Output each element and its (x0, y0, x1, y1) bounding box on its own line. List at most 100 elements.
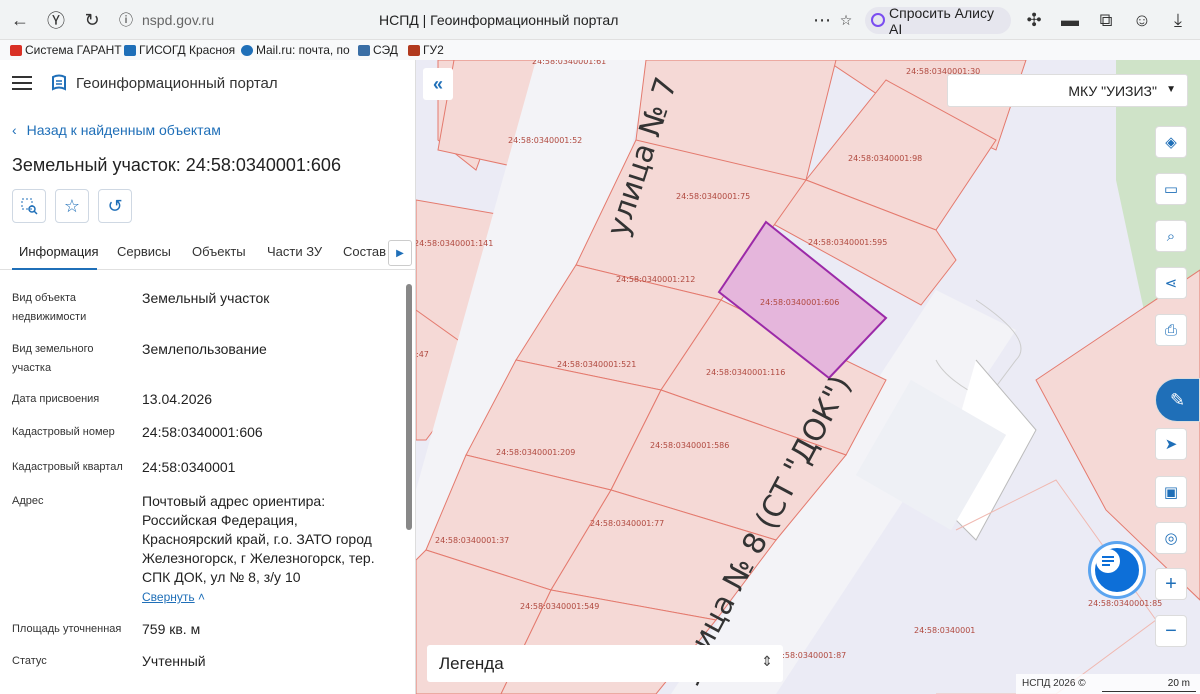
minimap-button[interactable]: ▣ (1155, 476, 1187, 508)
chevron-up-icon: ˄ (197, 590, 205, 604)
parcel-label: 24:58:0340001:209 (496, 448, 575, 457)
cadastral-map[interactable]: улица № 7 улица № 8 (СТ "ДОК") 24:58:034… (416, 60, 1200, 694)
parcel-label: 24:58:0340001:61 (532, 60, 606, 66)
tab-parts[interactable]: Части ЗУ (267, 244, 322, 259)
layers-button[interactable]: ◈ (1155, 126, 1187, 158)
parcel-label: 24:58:0340001:549 (520, 602, 599, 611)
location-pin-button[interactable]: ◎ (1155, 522, 1187, 554)
page-title: НСПД | Геоинформационный портал (379, 12, 619, 28)
area-search-button[interactable]: ⌕ (1155, 220, 1187, 252)
extension-icon[interactable]: ✣ (1022, 8, 1046, 32)
panel-scrollbar[interactable] (406, 284, 412, 530)
back-link[interactable]: ‹ Назад к найденным объектам (12, 122, 221, 138)
parcel-label: 24:58:0340001:85 (1088, 599, 1162, 608)
bookmark-gisogd[interactable]: ГИСОГД Красноя (124, 43, 235, 57)
parcel-label: 24:58:0340001:212 (616, 275, 695, 284)
bookmark-sed[interactable]: СЭД (358, 43, 398, 57)
puzzle-icon[interactable]: ⧉ (1094, 8, 1118, 32)
collapse-link[interactable]: Свернуть ˄ (142, 590, 205, 604)
collapse-panel-button[interactable]: « (423, 68, 453, 100)
tab-bar: Информация Сервисы Объекты Части ЗУ Сост… (0, 238, 415, 270)
chevron-left-icon: ‹ (12, 122, 17, 138)
field-value: 24:58:0340001 (142, 459, 236, 475)
parcel-label: 24:58:0340001:606 (760, 298, 839, 307)
ruler-button[interactable]: ▭ (1155, 173, 1187, 205)
alisa-button[interactable]: Спросить Алису AI (865, 4, 1011, 37)
assistant-button[interactable]: ✎ (1155, 378, 1200, 422)
tab-scroll-right-button[interactable]: ▶ (388, 240, 412, 266)
field-value: 759 кв. м (142, 621, 201, 637)
parcel-label: 24:58:0340001:521 (557, 360, 636, 369)
share-icon: ⋖ (1164, 275, 1178, 292)
search-area-icon: ⌕ (1166, 227, 1176, 245)
legend-panel[interactable]: Легенда ⇕ (427, 645, 783, 682)
tab-services[interactable]: Сервисы (117, 244, 171, 259)
active-tab-indicator (12, 268, 97, 270)
navigation-arrow-icon: ➤ (1164, 436, 1178, 453)
locate-on-map-button[interactable] (12, 189, 46, 223)
bookmarks-bar: Система ГАРАНТ ГИСОГД Красноя Mail.ru: п… (0, 40, 1200, 60)
parcel-label: :47 (416, 350, 429, 359)
minimap-icon: ▣ (1163, 484, 1179, 501)
site-info-icon[interactable]: ⓘ (114, 8, 138, 32)
field-value: Земельный участок (142, 290, 270, 306)
share-button[interactable]: ⋖ (1155, 267, 1187, 299)
layers-icon: ◈ (1165, 134, 1177, 151)
browser-toolbar: ← Ⓨ ↻ ⓘ nspd.gov.ru НСПД | Геоинформацио… (0, 0, 1200, 40)
organization-select[interactable]: МКУ "УИЗИЗ" ▼ (947, 74, 1188, 107)
plus-icon: + (1165, 572, 1177, 595)
pin-icon: ◎ (1164, 530, 1178, 547)
bookmark-icon[interactable]: ☆ (834, 8, 858, 32)
field-label: Статус (12, 655, 47, 667)
chevron-right-icon: ▶ (396, 247, 404, 259)
yandex-icon[interactable]: Ⓨ (44, 8, 68, 32)
history-button[interactable]: ↺ (98, 189, 132, 223)
address-bar[interactable]: nspd.gov.ru (142, 12, 214, 28)
bookmark-garant[interactable]: Система ГАРАНТ (10, 43, 122, 57)
field-label: Кадастровый квартал (12, 461, 123, 473)
field-row-address: Адрес Почтовый адрес ориентира: Российск… (12, 492, 407, 612)
profile-icon[interactable]: ☺ (1130, 8, 1154, 32)
map-view[interactable]: улица № 7 улица № 8 (СТ "ДОК") 24:58:034… (416, 60, 1200, 694)
zoom-in-button[interactable]: + (1155, 568, 1187, 600)
portal-logo-icon (52, 74, 66, 91)
info-panel: Геоинформационный портал ‹ Назад к найден… (0, 60, 416, 694)
protect-icon[interactable]: ▬ (1058, 8, 1082, 32)
favorite-button[interactable]: ☆ (55, 189, 89, 223)
print-button[interactable]: ⎙ (1155, 314, 1187, 346)
chat-button[interactable] (1091, 544, 1143, 596)
reload-icon[interactable]: ↻ (80, 8, 104, 32)
parcel-label: 24:58:0340001:141 (416, 239, 493, 248)
assistant-icon: ✎ (1169, 389, 1186, 410)
print-icon: ⎙ (1164, 321, 1177, 339)
more-icon[interactable]: ⋯ (810, 8, 834, 32)
scale-bar: 20 m (1102, 674, 1196, 692)
tab-objects[interactable]: Объекты (192, 244, 246, 259)
parcel-label: 24:58:0340001:595 (808, 238, 887, 247)
bookmark-gu2[interactable]: ГУ2 (408, 43, 444, 57)
field-value: 13.04.2026 (142, 391, 213, 407)
search-area-icon (21, 198, 38, 215)
tab-composition[interactable]: Состав (343, 244, 386, 259)
field-value: 24:58:0340001:606 (142, 424, 263, 440)
parcel-label: 24:58:0340001:52 (508, 136, 582, 145)
alisa-icon (871, 13, 885, 27)
geolocation-button[interactable]: ➤ (1155, 428, 1187, 460)
caret-down-icon: ▼ (1166, 84, 1176, 95)
download-icon[interactable]: ⤓ (1166, 8, 1190, 32)
alisa-label: Спросить Алису AI (889, 4, 995, 37)
field-label: Кадастровый номер (12, 426, 115, 438)
field-label: Площадь уточненная (12, 623, 122, 635)
minus-icon: − (1165, 619, 1177, 642)
parcel-label: 24:58:0340001:37 (435, 536, 509, 545)
menu-icon[interactable] (12, 76, 32, 90)
back-arrow-icon[interactable]: ← (8, 8, 32, 32)
bookmark-mailru[interactable]: Mail.ru: почта, по (241, 43, 350, 57)
ruler-icon: ▭ (1163, 181, 1179, 198)
field-value: Почтовый адрес ориентира: Российская Фед… (142, 493, 375, 585)
zoom-out-button[interactable]: − (1155, 615, 1187, 647)
parcel-label: 24:58:0340001:98 (848, 154, 922, 163)
double-chevron-left-icon: « (432, 73, 443, 94)
chat-icon (1096, 549, 1120, 573)
tab-information[interactable]: Информация (19, 244, 99, 259)
